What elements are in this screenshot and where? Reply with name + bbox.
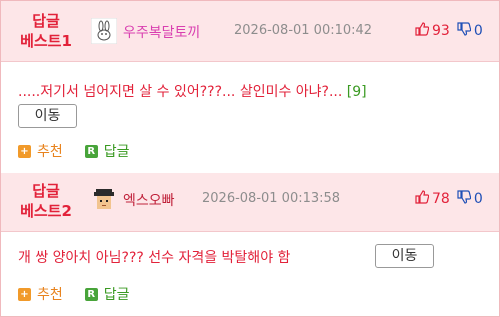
reply-text: .....저기서 넘어지면 살 수 있어???... 살인미수 아냐?... […	[18, 81, 367, 101]
plus-badge-icon: +	[18, 144, 31, 158]
best-replies-panel: 답글 베스트1 우주복달토끼 2026-08-01 00:10:42 93 0	[0, 0, 500, 317]
reply-actions: + 추천 R 답글	[18, 284, 152, 304]
reply-body: 개 쌍 양아치 아님??? 선수 자격을 박탈해야 함	[18, 250, 291, 266]
move-button[interactable]: 이동	[18, 104, 77, 128]
recommend-button[interactable]: + 추천	[18, 284, 63, 304]
best-label-line1: 답글	[32, 182, 60, 200]
timestamp: 2026-08-01 00:10:42	[234, 23, 373, 38]
thumbs-up-icon[interactable]	[415, 22, 430, 40]
recommend-label: 추천	[37, 287, 63, 303]
comment-count[interactable]: [9]	[347, 84, 367, 100]
reply-button[interactable]: R 답글	[84, 141, 130, 161]
reply-label: 답글	[103, 287, 130, 303]
thumbs-up-icon[interactable]	[415, 190, 430, 208]
timestamp: 2026-08-01 00:13:58	[202, 191, 341, 206]
dislike-count: 0	[473, 23, 483, 39]
reply-button[interactable]: R 답글	[84, 284, 130, 304]
thumbs-down-icon[interactable]	[457, 22, 472, 40]
bunny-icon[interactable]	[90, 17, 118, 45]
reply-text: 개 쌍 양아치 아님??? 선수 자격을 박탈해야 함	[18, 247, 290, 267]
vote-counts: 78 0	[415, 190, 483, 208]
pixel-face-icon[interactable]	[91, 187, 117, 213]
recommend-button[interactable]: + 추천	[18, 141, 63, 161]
plus-badge-icon: +	[18, 287, 31, 301]
move-button[interactable]: 이동	[375, 244, 434, 268]
reply-body: .....저기서 넘어지면 살 수 있어???... 살인미수 아냐?...	[18, 84, 343, 100]
vote-counts: 93 0	[415, 22, 483, 40]
best-label-line1: 답글	[32, 12, 60, 30]
r-badge-icon: R	[84, 287, 98, 301]
reply-actions: + 추천 R 답글	[18, 141, 152, 161]
best-label-line2: 베스트2	[20, 202, 72, 220]
best-reply-label: 답글 베스트2	[12, 181, 80, 221]
like-count: 93	[432, 23, 450, 39]
r-badge-icon: R	[84, 144, 98, 158]
like-count: 78	[432, 191, 450, 207]
dislike-count: 0	[473, 191, 483, 207]
best-label-line2: 베스트1	[20, 32, 72, 50]
nickname[interactable]: 우주복달토끼	[123, 22, 200, 42]
reply-label: 답글	[103, 144, 130, 160]
reply-header: 답글 베스트2 엑스오빠 2026-08-01 00:13:58 78 0	[1, 173, 499, 232]
recommend-label: 추천	[37, 144, 63, 160]
nickname[interactable]: 엑스오빠	[123, 190, 175, 210]
best-reply-label: 답글 베스트1	[12, 11, 80, 51]
reply-header: 답글 베스트1 우주복달토끼 2026-08-01 00:10:42 93 0	[1, 1, 499, 62]
thumbs-down-icon[interactable]	[457, 190, 472, 208]
